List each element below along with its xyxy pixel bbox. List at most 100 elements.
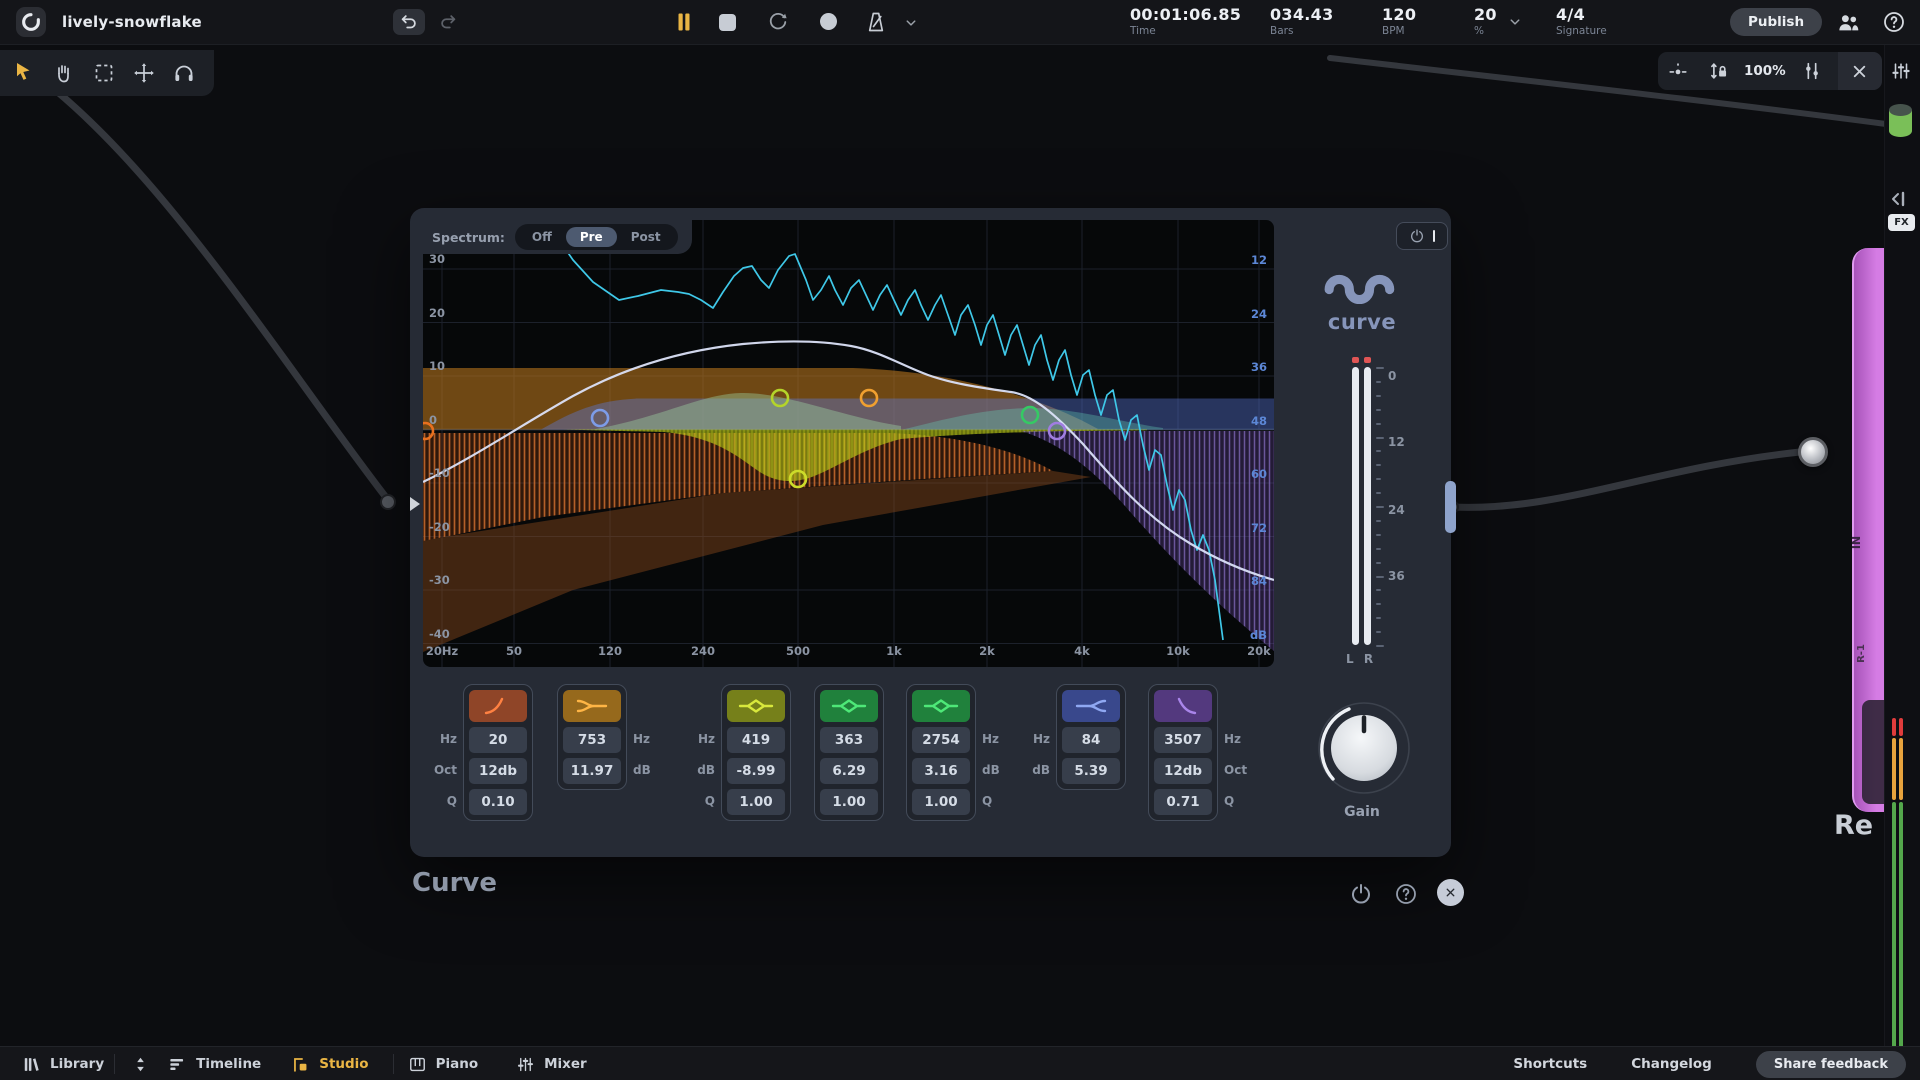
metronome-button[interactable]: [864, 10, 888, 34]
filter-sliders-icon[interactable]: [1801, 60, 1823, 82]
band-4-hz-value[interactable]: 363: [820, 727, 878, 753]
plugin-title: Curve: [412, 868, 497, 898]
headphones-icon[interactable]: [172, 61, 196, 85]
status-chevron-down-icon[interactable]: [1506, 13, 1524, 31]
tab-piano[interactable]: Piano: [408, 1055, 479, 1074]
top-bar: lively-snowflake 00:01:06.85Time 034.43Ba…: [0, 0, 1920, 45]
redo-button[interactable]: [437, 12, 459, 32]
redo-icon: [437, 12, 459, 32]
zoom-level[interactable]: 100%: [1744, 63, 1786, 79]
curve-logo-icon: [1320, 264, 1408, 304]
band-1-q-value[interactable]: 0.10: [469, 789, 527, 815]
band-4-bell-filter: 363 6.29 1.00: [814, 684, 884, 821]
spectrum-option-post[interactable]: Post: [617, 227, 675, 247]
close-view-button[interactable]: [1838, 52, 1882, 90]
band-4-db-value[interactable]: 6.29: [820, 758, 878, 784]
plugin-close-button[interactable]: [1437, 879, 1464, 906]
app-logo-icon[interactable]: [16, 7, 46, 37]
band-param-label: Hz: [982, 726, 1012, 752]
cursor-icon[interactable]: [12, 61, 36, 85]
band-param-label: Oct: [1224, 757, 1254, 783]
low-pass-filter-icon[interactable]: [1154, 690, 1212, 722]
collapse-panel-icon[interactable]: [1889, 190, 1911, 208]
collaborators-icon[interactable]: [1836, 10, 1861, 35]
publish-button[interactable]: Publish: [1730, 8, 1822, 36]
freq-axis-label: 2k: [979, 644, 995, 658]
band-4-q-value[interactable]: 1.00: [820, 789, 878, 815]
marquee-icon[interactable]: [92, 61, 116, 85]
band-3-db-value[interactable]: -8.99: [727, 758, 785, 784]
tab-timeline[interactable]: Timeline: [168, 1055, 261, 1074]
high-shelf-filter-icon[interactable]: [1062, 690, 1120, 722]
focus-icon[interactable]: [1667, 60, 1689, 82]
band-5-db-value[interactable]: 3.16: [912, 758, 970, 784]
fx-badge[interactable]: FX: [1888, 214, 1915, 231]
eq-graph[interactable]: 3020100-10-20-30-4012243648607284dB20Hz5…: [423, 220, 1274, 667]
meter-scale-label: 36: [1388, 569, 1405, 583]
status-bpm[interactable]: 120BPM: [1382, 5, 1446, 41]
project-title[interactable]: lively-snowflake: [62, 13, 202, 31]
cable-connector[interactable]: [1798, 437, 1828, 467]
low-shelf-filter-icon[interactable]: [563, 690, 621, 722]
move-icon[interactable]: [132, 61, 156, 85]
band-param-label: dB: [1020, 757, 1050, 783]
status-time[interactable]: 00:01:06.85Time: [1130, 5, 1242, 41]
level-meter-green: [1892, 802, 1896, 1048]
swap-tracks-button[interactable]: [131, 1055, 150, 1074]
band-7-q-value[interactable]: 0.71: [1154, 789, 1212, 815]
spectrum-option-off[interactable]: Off: [518, 227, 566, 247]
band-2-hz-value[interactable]: 753: [563, 727, 621, 753]
app-window: lively-snowflake 00:01:06.85Time 034.43Ba…: [0, 0, 1920, 1080]
rack-device[interactable]: IN R-1: [1852, 248, 1886, 812]
band-3-q-value[interactable]: 1.00: [727, 789, 785, 815]
stop-button[interactable]: [719, 14, 736, 31]
transport-chevron-down-icon[interactable]: [902, 14, 920, 32]
tab-studio[interactable]: Studio: [291, 1055, 368, 1074]
plugin-power-toggle[interactable]: [1396, 222, 1448, 250]
bell-filter-icon[interactable]: [820, 690, 878, 722]
tab-label: Timeline: [196, 1056, 261, 1072]
device-screen: [1862, 700, 1884, 804]
tab-library[interactable]: Library: [22, 1055, 104, 1074]
band-2-db-value[interactable]: 11.97: [563, 758, 621, 784]
tab-mixer[interactable]: Mixer: [516, 1055, 587, 1074]
help-icon[interactable]: [1882, 10, 1906, 34]
band-5-hz-value[interactable]: 2754: [912, 727, 970, 753]
plugin-output-handle[interactable]: [1445, 481, 1456, 533]
device-name-text: Re: [1834, 810, 1873, 841]
plugin-footer-help-icon[interactable]: [1394, 882, 1418, 906]
band-7-oct-value[interactable]: 12db: [1154, 758, 1212, 784]
clip-indicator[interactable]: [1364, 357, 1371, 363]
pause-button[interactable]: [672, 10, 696, 34]
band-6-hz-value[interactable]: 84: [1062, 727, 1120, 753]
clip-indicator[interactable]: [1352, 357, 1359, 363]
highpass-filter-icon[interactable]: [469, 690, 527, 722]
record-button[interactable]: [820, 13, 837, 30]
storage-cylinder-icon[interactable]: [1887, 102, 1914, 140]
band-5-q-value[interactable]: 1.00: [912, 789, 970, 815]
panel-toggle-sliders-icon[interactable]: [1890, 60, 1912, 82]
status-signature[interactable]: 4/4Signature: [1556, 5, 1616, 41]
band-6-db-value[interactable]: 5.39: [1062, 758, 1120, 784]
plugin-footer-power-icon[interactable]: [1349, 882, 1373, 906]
band-7-hz-value[interactable]: 3507: [1154, 727, 1212, 753]
meter-tick: [1376, 464, 1381, 466]
band-1-hz-value[interactable]: 20: [469, 727, 527, 753]
shortcuts-link[interactable]: Shortcuts: [1513, 1056, 1587, 1072]
spectrum-axis-label: 48: [1251, 414, 1267, 428]
bell-filter-icon[interactable]: [727, 690, 785, 722]
bell-filter-icon[interactable]: [912, 690, 970, 722]
share-feedback-button[interactable]: Share feedback: [1756, 1051, 1906, 1078]
status-bars[interactable]: 034.43Bars: [1270, 5, 1354, 41]
spectrum-label: Spectrum:: [432, 230, 505, 245]
band-1-oct-value[interactable]: 12db: [469, 758, 527, 784]
loop-button[interactable]: [766, 10, 790, 34]
spectrum-option-pre[interactable]: Pre: [566, 227, 617, 247]
undo-button[interactable]: [393, 9, 425, 35]
gain-knob[interactable]: [1314, 698, 1414, 798]
vertical-zoom-lock-icon[interactable]: [1707, 60, 1729, 82]
hand-icon[interactable]: [52, 61, 76, 85]
changelog-link[interactable]: Changelog: [1631, 1056, 1712, 1072]
band-param-label: Q: [685, 788, 715, 814]
band-3-hz-value[interactable]: 419: [727, 727, 785, 753]
